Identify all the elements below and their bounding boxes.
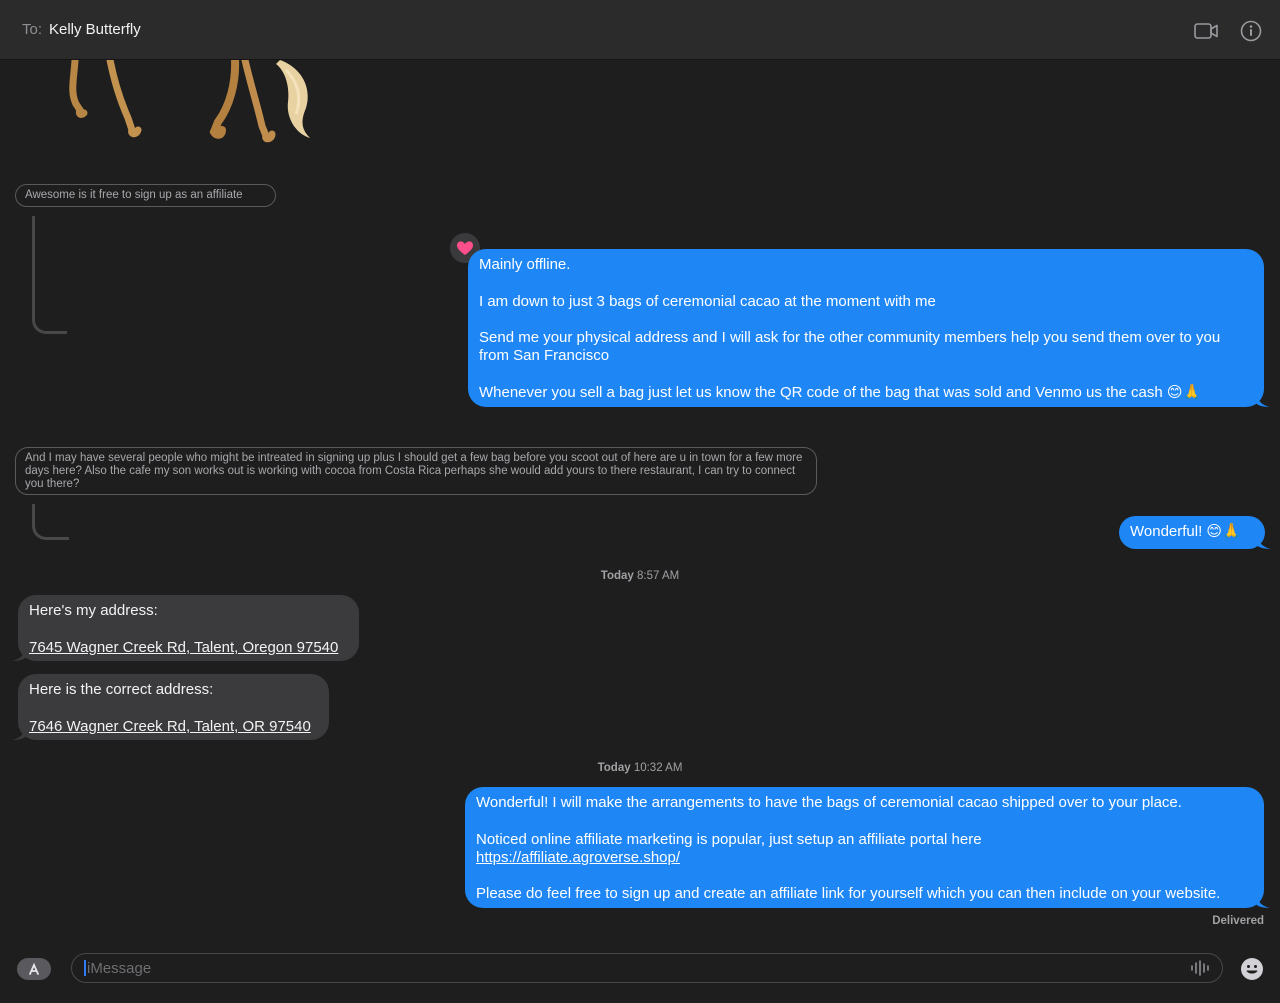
- text-caret: [84, 960, 86, 976]
- message-text: Here is the correct address:: [29, 681, 214, 698]
- bubble-tail: [1256, 391, 1270, 407]
- message-input[interactable]: iMessage: [71, 953, 1223, 983]
- horse-image-attachment[interactable]: [40, 60, 340, 150]
- reply-thread-line: [32, 216, 67, 334]
- bubble-tail: [1256, 892, 1270, 908]
- message-text: Here's my address:: [29, 602, 158, 619]
- emoji-icon[interactable]: [1240, 957, 1264, 981]
- to-label: To:: [22, 21, 43, 38]
- app-store-button[interactable]: [17, 958, 51, 980]
- reply-preview[interactable]: Awesome is it free to sign up as an affi…: [15, 184, 276, 207]
- message-text: Send me your physical address and I will…: [479, 329, 1225, 365]
- sent-message[interactable]: Mainly offline. I am down to just 3 bags…: [468, 249, 1270, 407]
- video-camera-icon[interactable]: [1193, 18, 1219, 44]
- reply-preview[interactable]: And I may have several people who might …: [15, 447, 817, 495]
- app-store-icon: [29, 962, 39, 975]
- sent-message[interactable]: Wonderful! I will make the arrangements …: [465, 787, 1270, 908]
- info-icon[interactable]: [1238, 18, 1264, 44]
- delivered-status: Delivered: [1212, 915, 1264, 927]
- timestamp: Today 10:32 AM: [597, 762, 683, 774]
- bubble-tail: [12, 724, 26, 740]
- address-link[interactable]: 7645 Wagner Creek Rd, Talent, Oregon 975…: [29, 639, 338, 656]
- message-transcript[interactable]: Awesome is it free to sign up as an affi…: [0, 60, 1280, 940]
- affiliate-link[interactable]: https://affiliate.agroverse.shop/: [476, 849, 680, 866]
- reply-preview-text: And I may have several people who might …: [25, 452, 803, 490]
- conversation-header: To: Kelly Butterfly: [0, 0, 1280, 60]
- sent-message[interactable]: Wonderful! 😊🙏: [1119, 516, 1271, 549]
- message-text: Noticed online affiliate marketing is po…: [476, 830, 982, 848]
- message-composer: iMessage: [0, 940, 1280, 1003]
- message-input-placeholder: iMessage: [87, 960, 152, 977]
- recipient-name[interactable]: Kelly Butterfly: [49, 21, 141, 38]
- reply-thread-line: [32, 504, 69, 540]
- message-text: Please do feel free to sign up and creat…: [476, 885, 1221, 903]
- message-text: I am down to just 3 bags of ceremonial c…: [479, 292, 936, 310]
- audio-waveform-icon[interactable]: [1190, 960, 1210, 976]
- timestamp: Today 8:57 AM: [600, 570, 680, 582]
- message-text: Wonderful! 😊🙏: [1130, 523, 1241, 540]
- reply-preview-text: Awesome is it free to sign up as an affi…: [25, 189, 243, 201]
- received-message[interactable]: Here's my address: 7645 Wagner Creek Rd,…: [12, 595, 359, 661]
- bubble-tail: [1257, 533, 1271, 549]
- bubble-tail: [12, 645, 26, 661]
- message-text: Wonderful! I will make the arrangements …: [476, 794, 1182, 811]
- message-text: Mainly offline.: [479, 256, 571, 273]
- received-message[interactable]: Here is the correct address: 7646 Wagner…: [12, 674, 329, 740]
- message-text: Whenever you sell a bag just let us know…: [479, 384, 1202, 402]
- address-link[interactable]: 7646 Wagner Creek Rd, Talent, OR 97540: [29, 718, 311, 735]
